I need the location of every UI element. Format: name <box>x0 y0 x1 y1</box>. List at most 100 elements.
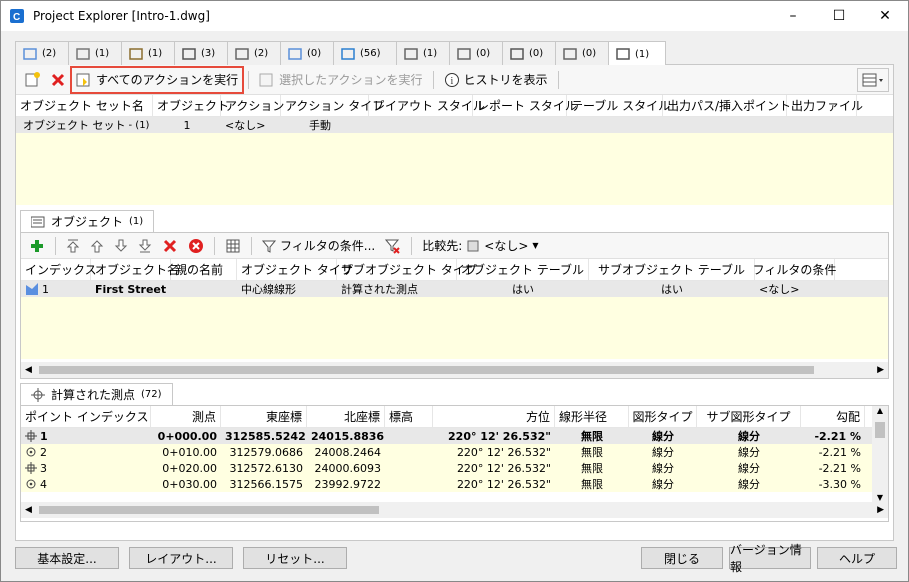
tab-alignment[interactable]: (2) <box>15 41 69 65</box>
point-sta: 0+020.00 <box>162 461 217 475</box>
column-header[interactable]: テーブル スタイル <box>567 94 670 117</box>
settings-button[interactable]: 基本設定... <box>15 547 119 569</box>
column-header[interactable]: ポイント インデックス <box>21 405 151 428</box>
delete-button[interactable] <box>46 68 70 92</box>
column-header[interactable]: フィルタの条件 <box>753 258 836 281</box>
object-row[interactable]: 1 First Street 中心線線形 計算された測点 はい はい <なし> <box>21 281 888 297</box>
add-object-button[interactable] <box>25 234 49 258</box>
column-header[interactable]: 出力パス/挿入ポイント <box>663 94 791 117</box>
object-name: First Street <box>95 282 167 296</box>
points-vscroll-thumb[interactable] <box>875 422 885 438</box>
tab-pipe[interactable]: (0) <box>280 41 334 65</box>
column-header[interactable]: レポート スタイル <box>473 94 577 117</box>
column-header[interactable]: オブジェクト テーブル <box>457 258 589 281</box>
scroll-left-icon[interactable]: ◀ <box>25 365 32 375</box>
tab-count: (2) <box>254 48 269 59</box>
move-bottom-button[interactable] <box>134 234 156 258</box>
scroll-right-icon[interactable]: ▶ <box>877 505 884 515</box>
scroll-right-icon[interactable]: ▶ <box>877 365 884 375</box>
points-subtabs: 計算された測点 (72) <box>20 383 173 405</box>
tab-profile[interactable]: (1) <box>68 41 122 65</box>
column-header[interactable]: オブジェクト タイプ <box>237 258 353 281</box>
maximize-button[interactable]: ☐ <box>816 1 862 31</box>
filter-value: <なし> <box>759 283 800 296</box>
column-header[interactable]: アクション <box>221 94 284 117</box>
remove-all-button[interactable] <box>184 234 208 258</box>
version-info-button[interactable]: バージョン情報 <box>729 543 811 574</box>
points-scroll-thumb[interactable] <box>39 506 379 514</box>
objects-scroll-thumb[interactable] <box>39 366 814 374</box>
column-header[interactable]: 標高 <box>385 405 433 428</box>
column-header[interactable]: オブジェクト <box>153 94 229 117</box>
tab-feature-line[interactable]: (56) <box>333 41 397 65</box>
column-header[interactable]: オブジェクト セット名 <box>16 94 153 117</box>
point-east: 312566.1575 <box>229 477 303 491</box>
column-header[interactable]: 方位 <box>433 405 555 428</box>
column-header[interactable]: 出力ファイル <box>787 94 863 117</box>
help-button[interactable]: ヘルプ <box>817 547 897 569</box>
column-header[interactable]: レイアウト スタイル <box>369 94 485 117</box>
tab-count: (1) <box>423 48 438 59</box>
tab-corridor[interactable]: (2) <box>227 41 281 65</box>
close-button[interactable]: 閉じる <box>641 547 723 569</box>
feature-line-icon <box>341 47 355 60</box>
remove-object-button[interactable] <box>158 234 182 258</box>
points-tab-label: 計算された測点 <box>51 388 136 402</box>
move-top-button[interactable] <box>62 234 84 258</box>
layout-button[interactable]: レイアウト... <box>129 547 233 569</box>
tab-object-set[interactable]: (1) <box>608 41 666 66</box>
filter-button[interactable]: フィルタの条件... <box>258 234 379 258</box>
tab-view[interactable]: (0) <box>555 41 609 65</box>
show-history-button[interactable]: i ヒストリを表示 <box>440 68 552 92</box>
tab-bracket[interactable]: (0) <box>502 41 556 65</box>
tab-objects[interactable]: オブジェクト (1) <box>20 210 155 232</box>
compare-to-dropdown[interactable]: 比較先: <なし> ▼ <box>418 234 542 258</box>
close-window-button[interactable]: ✕ <box>862 1 908 31</box>
scroll-left-icon[interactable]: ◀ <box>25 505 32 515</box>
run-all-actions-button[interactable]: すべてのアクションを実行 <box>69 65 245 94</box>
column-header[interactable]: 測点 <box>151 405 221 428</box>
tab-computed-stations[interactable]: 計算された測点 (72) <box>20 383 173 405</box>
point-row[interactable]: 2 0+010.00 312579.0686 24008.2464 220° 12' 2… <box>21 444 872 460</box>
column-header[interactable]: 親の名前 <box>171 258 237 281</box>
tab-surface[interactable]: (1) <box>121 41 175 65</box>
grid-menu-icon <box>862 73 883 86</box>
table-options-button[interactable] <box>221 234 245 258</box>
run-selected-actions-button[interactable]: 選択したアクションを実行 <box>255 68 426 92</box>
new-document-icon <box>25 71 40 86</box>
point-row[interactable]: 3 0+020.00 312572.6130 24000.6093 220° 12' 2… <box>21 460 872 476</box>
points-vscrollbar[interactable]: ▲ ▼ <box>872 406 888 502</box>
move-up-button[interactable] <box>86 234 108 258</box>
point-north: 24000.6093 <box>314 461 381 475</box>
clear-filter-button[interactable] <box>381 234 405 258</box>
column-header[interactable]: インデックス <box>21 258 97 281</box>
column-header[interactable]: アクション タイプ <box>281 94 384 117</box>
column-header[interactable]: 北座標 <box>307 405 385 428</box>
reset-button[interactable]: リセット... <box>243 547 347 569</box>
tab-structure[interactable]: (1) <box>396 41 450 65</box>
move-down-button[interactable] <box>110 234 132 258</box>
run-selected-label: 選択したアクションを実行 <box>279 73 423 87</box>
tab-pressure-fitting[interactable]: (0) <box>449 41 503 65</box>
column-header[interactable]: 線形半径 <box>555 405 629 428</box>
point-row[interactable]: 1 0+000.00 312585.5242 24015.8836 220° 12' 2… <box>21 428 872 444</box>
new-object-set-button[interactable] <box>20 68 44 92</box>
column-header[interactable]: 勾配 <box>801 405 865 428</box>
column-header[interactable]: 東座標 <box>221 405 307 428</box>
column-header[interactable]: サブオブジェクト タイプ <box>337 258 477 281</box>
points-hscrollbar[interactable]: ◀ ▶ <box>21 502 888 518</box>
scroll-down-icon[interactable]: ▼ <box>872 493 888 502</box>
tab-sample-line[interactable]: (3) <box>174 41 228 65</box>
column-menu-button[interactable] <box>857 67 889 92</box>
point-index: 3 <box>40 461 47 475</box>
column-header[interactable]: 図形タイプ <box>629 405 697 428</box>
point-row[interactable]: 4 0+030.00 312566.1575 23992.9722 220° 12' 2… <box>21 476 872 492</box>
scroll-up-icon[interactable]: ▲ <box>872 406 888 415</box>
column-header[interactable]: サブオブジェクト テーブル <box>589 258 755 281</box>
object-set-row[interactable]: オブジェクト セット - (1) 1 <なし> 手動 <box>16 117 893 133</box>
column-header[interactable]: オブジェクト名 <box>91 258 179 281</box>
minimize-button[interactable]: – <box>770 1 816 31</box>
column-header[interactable]: サブ図形タイプ <box>697 405 801 428</box>
objects-hscrollbar[interactable]: ◀ ▶ <box>21 362 888 378</box>
object-set-empty-area <box>16 133 893 205</box>
